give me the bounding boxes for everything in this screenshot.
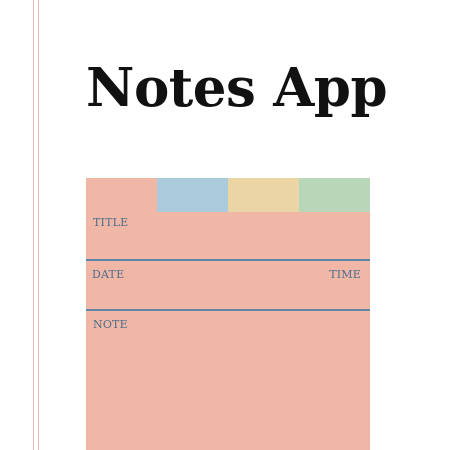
margin-line-outer <box>33 0 34 450</box>
time-label: TIME <box>329 268 361 281</box>
title-divider <box>86 259 370 261</box>
color-tabs <box>157 178 370 212</box>
note-label: NOTE <box>93 318 128 331</box>
date-label: DATE <box>92 268 125 281</box>
app-title: Notes App <box>86 57 388 119</box>
margin-line-inner <box>38 0 39 450</box>
tab-yellow[interactable] <box>228 178 299 212</box>
date-divider <box>86 309 370 311</box>
tab-blue[interactable] <box>157 178 228 212</box>
tab-green[interactable] <box>299 178 370 212</box>
note-card: TITLE DATE TIME NOTE <box>86 178 370 450</box>
title-label: TITLE <box>93 216 129 229</box>
